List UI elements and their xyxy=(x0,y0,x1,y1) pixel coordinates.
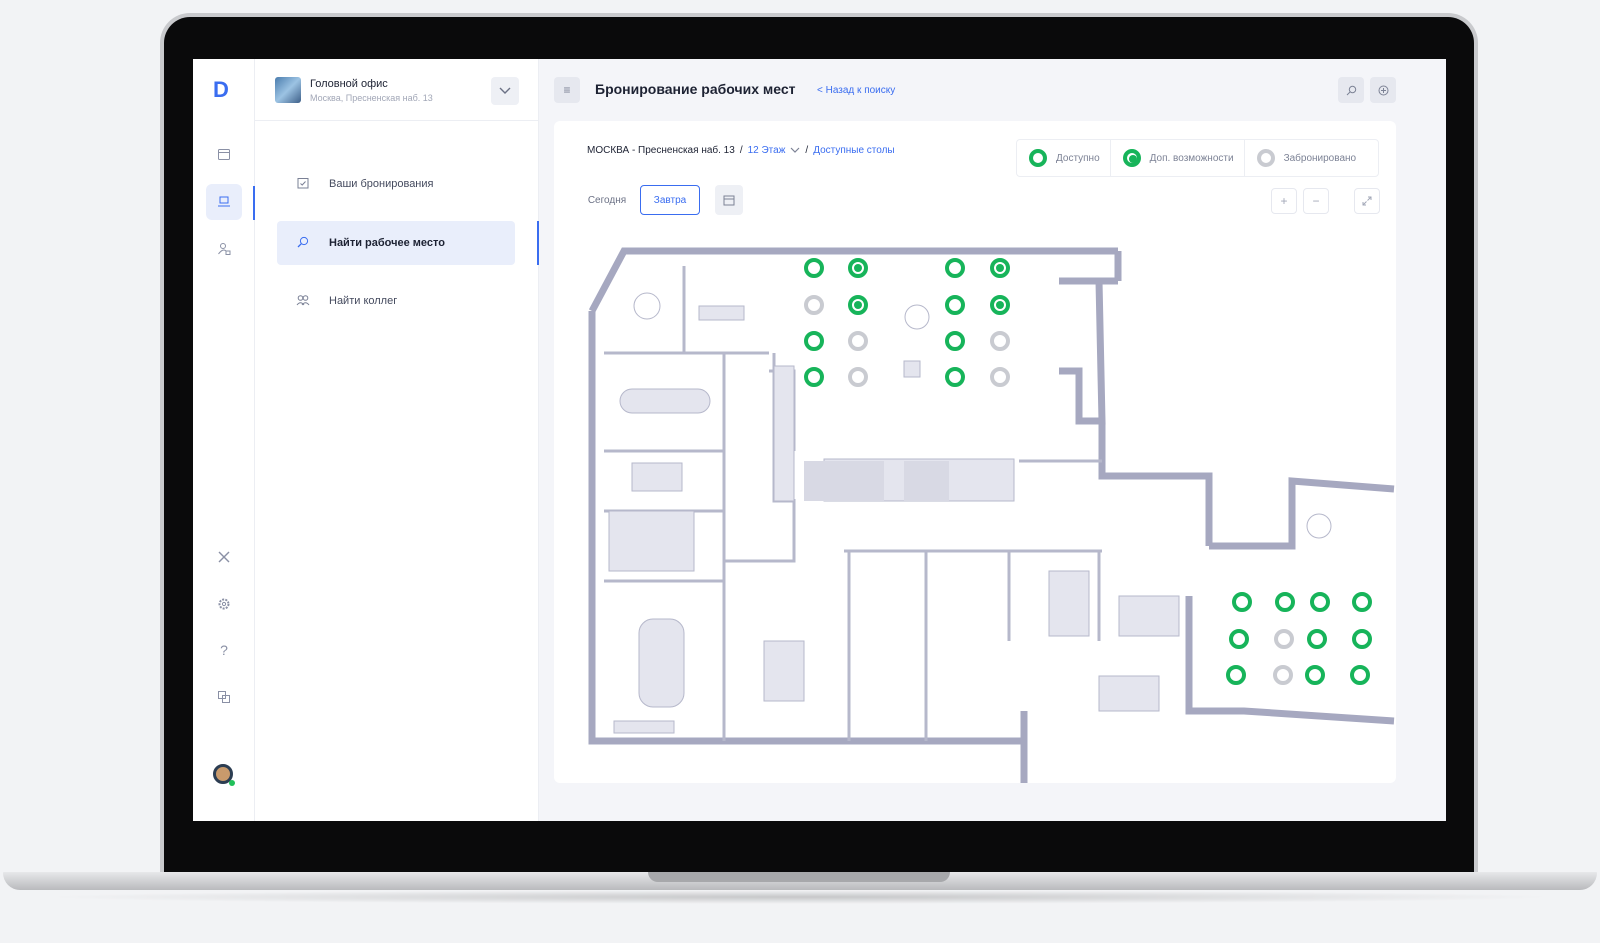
sidebar-item-label: Найти рабочее место xyxy=(329,237,445,249)
seat-available[interactable] xyxy=(1352,629,1372,649)
seat-available[interactable] xyxy=(1226,665,1246,685)
sidebar-item-find-colleagues[interactable]: Найти коллег xyxy=(277,279,515,323)
seat-available[interactable] xyxy=(945,295,965,315)
icon-rail: D ? xyxy=(193,59,255,821)
legend-available: Доступно xyxy=(1017,140,1111,176)
search-location-icon xyxy=(277,236,329,251)
seat-available[interactable] xyxy=(1229,629,1249,649)
seat-legend: Доступно Доп. возможности Забронировано xyxy=(1016,139,1379,177)
main-content: ≡ Бронирование рабочих мест < Назад к по… xyxy=(539,59,1446,821)
seat-available[interactable] xyxy=(1307,629,1327,649)
translate-icon[interactable] xyxy=(206,679,242,715)
chevron-down-icon[interactable] xyxy=(491,77,519,105)
floor-card: МОСКВА - Пресненская наб. 13 / 12 Этаж /… xyxy=(554,121,1396,783)
calendar-check-icon xyxy=(277,177,329,192)
seat-extra[interactable] xyxy=(848,258,868,278)
user-lock-icon[interactable] xyxy=(206,231,242,267)
office-selector[interactable]: Головной офис Москва, Пресненская наб. 1… xyxy=(255,59,539,121)
booked-seat-icon xyxy=(1256,149,1275,167)
seat-available[interactable] xyxy=(1232,592,1252,612)
seat-booked xyxy=(848,367,868,387)
breadcrumb-separator: / xyxy=(739,145,743,156)
seat-booked xyxy=(848,331,868,351)
desk-icon[interactable] xyxy=(206,184,242,220)
zoom-in-button[interactable]: + xyxy=(1271,188,1297,214)
seat-available[interactable] xyxy=(804,367,824,387)
chevron-down-icon[interactable] xyxy=(790,145,800,156)
app-logo[interactable]: D xyxy=(213,77,229,103)
office-thumbnail xyxy=(275,77,301,103)
legend-booked: Забронировано xyxy=(1245,140,1367,176)
gear-icon[interactable] xyxy=(206,586,242,622)
floor-plan[interactable] xyxy=(554,121,1396,783)
seat-booked xyxy=(1273,665,1293,685)
page-title: Бронирование рабочих мест xyxy=(595,81,796,97)
legend-label: Доп. возможности xyxy=(1149,152,1234,164)
seat-booked xyxy=(804,295,824,315)
people-icon xyxy=(277,294,329,309)
add-icon[interactable] xyxy=(1370,77,1396,103)
sidebar-item-bookings[interactable]: Ваши бронирования xyxy=(277,162,515,206)
legend-extra: Доп. возможности xyxy=(1111,140,1245,176)
seat-available[interactable] xyxy=(1352,592,1372,612)
sidebar-item-label: Найти коллег xyxy=(329,295,398,307)
tomorrow-button[interactable]: Завтра xyxy=(640,185,700,215)
zoom-out-button[interactable]: − xyxy=(1303,188,1329,214)
seat-booked xyxy=(990,331,1010,351)
seat-extra[interactable] xyxy=(990,295,1010,315)
expand-icon[interactable] xyxy=(1354,188,1380,214)
seat-booked xyxy=(990,367,1010,387)
search-icon[interactable] xyxy=(1338,77,1364,103)
floor-selector[interactable]: 12 Этаж xyxy=(748,145,786,156)
seat-available[interactable] xyxy=(1350,665,1370,685)
legend-label: Доступно xyxy=(1056,152,1100,164)
online-status-dot xyxy=(229,780,235,786)
app-screen: D ? Головной офис Москва, Пресненская на… xyxy=(193,59,1446,821)
office-name: Головной офис xyxy=(310,78,388,90)
legend-label: Забронировано xyxy=(1283,152,1357,164)
seat-available[interactable] xyxy=(804,331,824,351)
seat-available[interactable] xyxy=(1275,592,1295,612)
seat-available[interactable] xyxy=(1310,592,1330,612)
sidebar-item-find-desk[interactable]: Найти рабочее место xyxy=(277,221,515,265)
seat-available[interactable] xyxy=(945,367,965,387)
laptop-notch xyxy=(648,872,950,882)
calendar-icon[interactable] xyxy=(206,136,242,172)
sidebar-item-label: Ваши бронирования xyxy=(329,178,434,190)
breadcrumb: МОСКВА - Пресненская наб. 13 / 12 Этаж /… xyxy=(587,145,895,156)
seat-available[interactable] xyxy=(945,258,965,278)
office-address: Москва, Пресненская наб. 13 xyxy=(310,93,433,103)
seat-available[interactable] xyxy=(804,258,824,278)
seat-available[interactable] xyxy=(945,331,965,351)
today-button[interactable]: Сегодня xyxy=(582,185,632,215)
help-icon[interactable]: ? xyxy=(206,632,242,668)
seat-booked xyxy=(1274,629,1294,649)
seat-available[interactable] xyxy=(1305,665,1325,685)
back-to-search-link[interactable]: < Назад к поиску xyxy=(817,85,895,96)
tools-icon[interactable] xyxy=(206,539,242,575)
hamburger-icon[interactable]: ≡ xyxy=(554,77,580,103)
available-seat-icon xyxy=(1029,149,1047,167)
seat-extra[interactable] xyxy=(990,258,1010,278)
calendar-icon[interactable] xyxy=(715,185,743,215)
laptop-shadow xyxy=(40,890,1560,904)
breadcrumb-section[interactable]: Доступные столы xyxy=(813,145,894,156)
breadcrumb-separator: / xyxy=(805,145,809,156)
breadcrumb-location[interactable]: МОСКВА - Пресненская наб. 13 xyxy=(587,145,735,156)
sidebar: Головной офис Москва, Пресненская наб. 1… xyxy=(255,59,539,821)
seat-extra[interactable] xyxy=(848,295,868,315)
extra-seat-icon xyxy=(1122,149,1141,167)
